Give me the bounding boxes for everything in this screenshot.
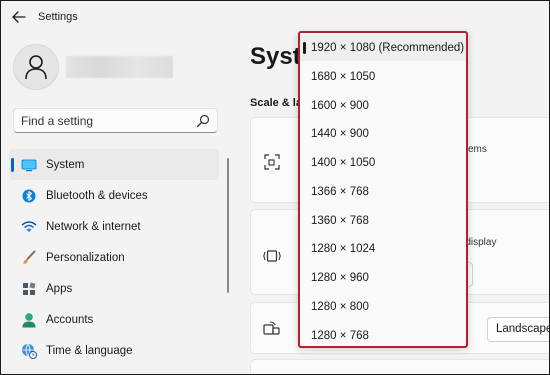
sidebar-item-label: Time & language bbox=[46, 344, 133, 357]
username-redacted bbox=[66, 56, 173, 78]
orientation-icon bbox=[263, 320, 281, 338]
bluetooth-icon bbox=[21, 188, 37, 204]
sidebar-item-accounts[interactable]: Accounts bbox=[9, 304, 219, 335]
sidebar-item-personalization[interactable]: Personalization bbox=[9, 242, 219, 273]
sidebar-item-label: Accounts bbox=[46, 313, 94, 326]
sidebar-item-time-language[interactable]: Time & language bbox=[9, 335, 219, 366]
settings-window: Settings System Bluetooth & devices bbox=[0, 0, 550, 375]
apps-icon bbox=[21, 281, 37, 297]
scale-card-text: ems bbox=[468, 144, 487, 155]
back-button[interactable] bbox=[10, 8, 28, 26]
sidebar-nav: System Bluetooth & devices Network & int… bbox=[9, 149, 219, 366]
system-icon bbox=[21, 157, 37, 173]
resolution-dropdown-list[interactable]: 1920 × 1080 (Recommended) 1680 × 1050 16… bbox=[298, 31, 468, 348]
next-setting-card[interactable] bbox=[250, 359, 549, 374]
search-input[interactable] bbox=[21, 112, 191, 130]
resolution-option[interactable]: 1366 × 768 bbox=[300, 179, 466, 205]
resolution-option[interactable]: 1280 × 800 bbox=[300, 294, 466, 320]
sidebar-item-apps[interactable]: Apps bbox=[9, 273, 219, 304]
brush-icon bbox=[21, 250, 37, 266]
sidebar-item-label: System bbox=[46, 158, 85, 171]
sidebar-item-label: Bluetooth & devices bbox=[46, 189, 148, 202]
display-resolution-icon bbox=[263, 247, 281, 265]
user-icon bbox=[25, 55, 47, 80]
resolution-option[interactable]: 1280 × 1024 bbox=[300, 236, 466, 262]
resolution-option[interactable]: 1360 × 768 bbox=[300, 208, 466, 234]
avatar[interactable] bbox=[13, 44, 59, 90]
sidebar-item-system[interactable]: System bbox=[9, 149, 219, 180]
orientation-dropdown[interactable]: Landscape bbox=[487, 317, 549, 342]
resolution-option[interactable]: 1400 × 1050 bbox=[300, 150, 466, 176]
resolution-option[interactable]: 1600 × 900 bbox=[300, 93, 466, 119]
resolution-option[interactable]: 1280 × 960 bbox=[300, 265, 466, 291]
scale-icon bbox=[263, 153, 281, 171]
resolution-option[interactable]: 1680 × 1050 bbox=[300, 64, 466, 90]
sidebar-item-network[interactable]: Network & internet bbox=[9, 211, 219, 242]
section-heading-scale-layout: Scale & la bbox=[250, 97, 302, 109]
search-box[interactable] bbox=[13, 108, 218, 133]
globe-clock-icon bbox=[21, 343, 37, 359]
wifi-icon bbox=[21, 219, 37, 235]
app-title: Settings bbox=[38, 11, 78, 23]
resolution-option[interactable]: 1920 × 1080 (Recommended) bbox=[300, 35, 466, 61]
search-icon[interactable] bbox=[196, 114, 210, 128]
title-bar: Settings bbox=[1, 1, 549, 33]
resolution-option[interactable]: 1440 × 900 bbox=[300, 121, 466, 147]
back-arrow-icon bbox=[12, 11, 26, 23]
sidebar-item-bluetooth[interactable]: Bluetooth & devices bbox=[9, 180, 219, 211]
resolution-option[interactable]: 1280 × 768 bbox=[300, 323, 466, 346]
sidebar-item-label: Network & internet bbox=[46, 220, 141, 233]
accounts-icon bbox=[21, 312, 37, 328]
sidebar-item-label: Apps bbox=[46, 282, 73, 295]
sidebar-item-label: Personalization bbox=[46, 251, 125, 264]
sidebar-scrollbar[interactable] bbox=[227, 158, 229, 293]
